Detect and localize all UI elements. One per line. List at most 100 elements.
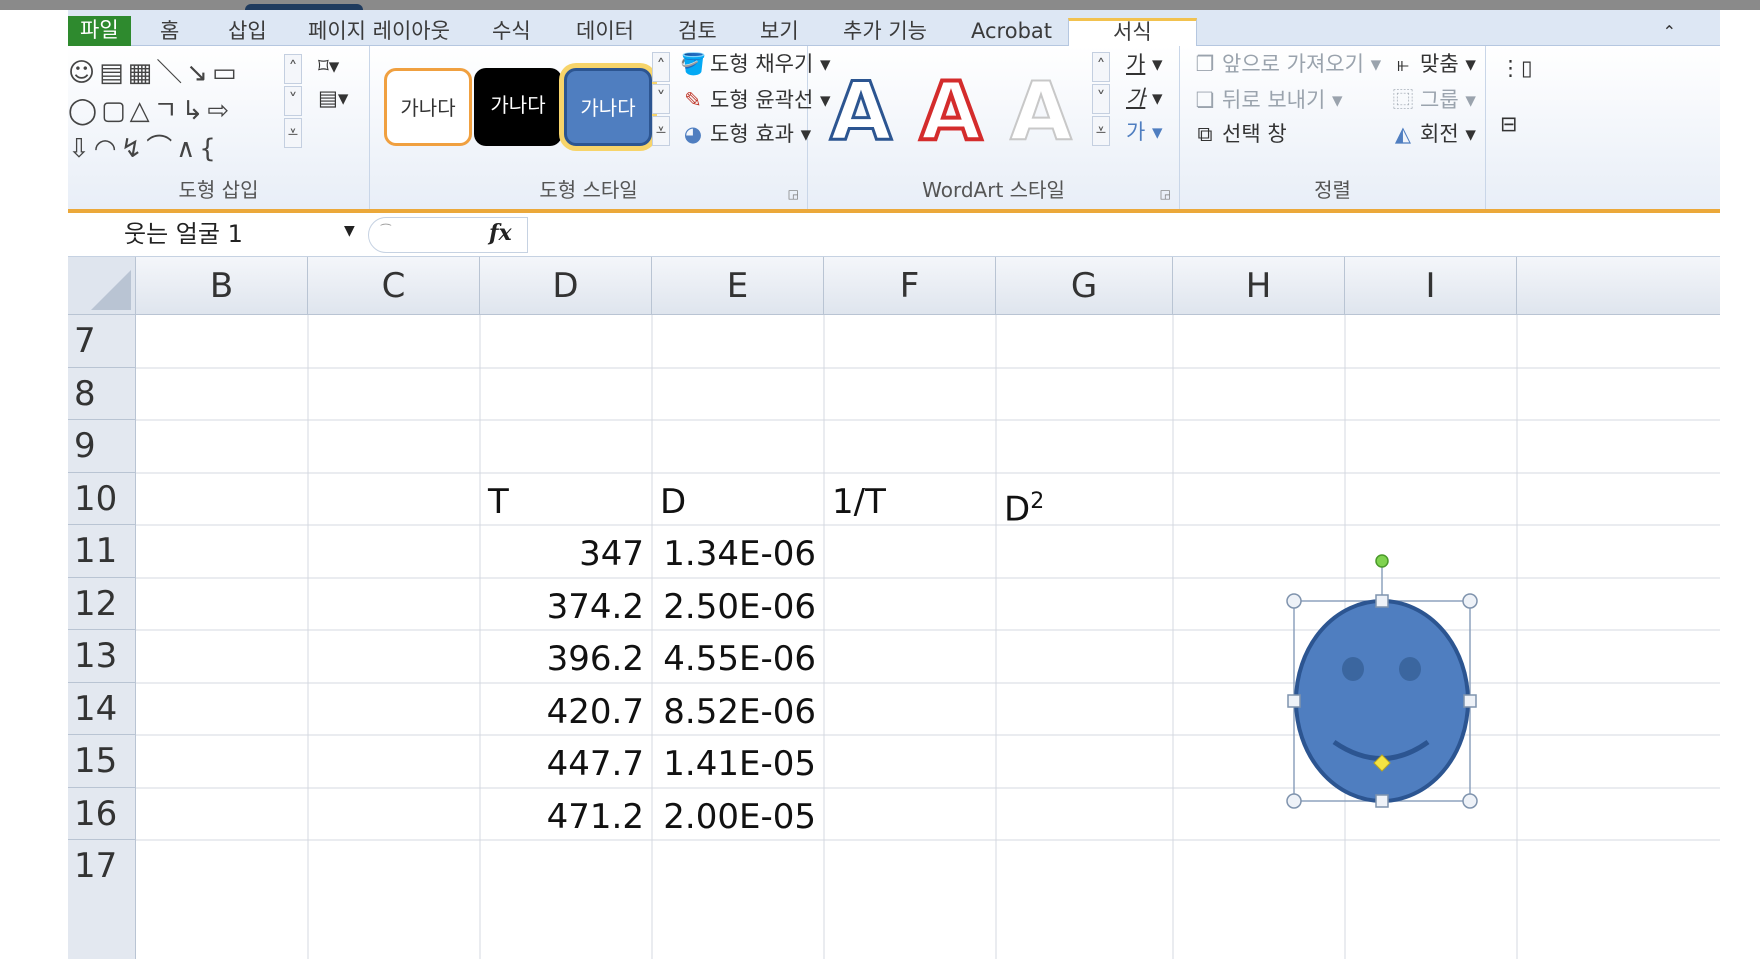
cell-d13[interactable]: 396.2 <box>480 630 652 683</box>
shape-style-orange-outline[interactable]: 가나다 <box>384 68 472 146</box>
cell-f10[interactable]: 1/T <box>824 473 996 525</box>
styles-scroll-up[interactable]: ˄ <box>652 52 670 82</box>
cell-d14[interactable]: 420.7 <box>480 683 652 735</box>
cell-e15[interactable]: 1.41E-05 <box>652 735 824 788</box>
cell-e16[interactable]: 2.00E-05 <box>652 788 824 840</box>
bring-forward-button[interactable]: ❐ 앞으로 가져오기 ▾ <box>1192 48 1382 78</box>
group-label-arrange: 정렬 <box>1314 178 1351 202</box>
column-header-f[interactable]: F <box>824 257 996 315</box>
tab-file[interactable]: 파일 <box>68 16 131 50</box>
width-icon[interactable]: ⊟ <box>1500 112 1518 136</box>
height-icon[interactable]: ⋮▯ <box>1500 56 1533 80</box>
shape-outline-label: 도형 윤곽선 <box>710 88 814 112</box>
ribbon-minimize-icon[interactable]: ⌃ <box>1663 22 1676 41</box>
shape-style-blue-fill[interactable]: 가나다 <box>564 68 652 146</box>
cell-e13[interactable]: 4.55E-06 <box>652 630 824 683</box>
name-box-dropdown-icon[interactable]: ▼ <box>344 223 355 239</box>
resize-handle-top-left[interactable] <box>1286 593 1302 609</box>
name-box[interactable]: 웃는 얼굴 1 <box>68 217 368 253</box>
row-header-14[interactable]: 14 <box>68 683 136 735</box>
paint-bucket-icon: 🪣 <box>680 52 707 76</box>
group-insert-shapes: ☺▤▦＼↘▭ ◯▢△ㄱ↳⇨ ⇩◠↯⌒∧{ ˄ ˅ ⩡ ⌑▾ ▤▾ 도형 삽입 <box>68 46 370 209</box>
shapes-scroll-up[interactable]: ˄ <box>284 54 302 84</box>
cell-e10[interactable]: D <box>652 473 824 525</box>
formula-bar-grip-icon[interactable]: ⁀ <box>381 224 391 238</box>
row-header-11[interactable]: 11 <box>68 525 136 578</box>
ribbon: ☺▤▦＼↘▭ ◯▢△ㄱ↳⇨ ⇩◠↯⌒∧{ ˄ ˅ ⩡ ⌑▾ ▤▾ 도형 삽입 가… <box>68 46 1720 213</box>
row-header-10[interactable]: 10 <box>68 473 136 525</box>
cell-d11[interactable]: 347 <box>480 525 652 578</box>
group-size: ⋮▯ ⊟ <box>1486 46 1533 209</box>
column-header-h[interactable]: H <box>1173 257 1345 315</box>
align-button[interactable]: ⫦ 맞춤 ▾ <box>1390 48 1476 78</box>
wordart-more[interactable]: ⩡ <box>1092 116 1110 146</box>
shape-fill-label: 도형 채우기 <box>710 52 814 76</box>
group-label: 그룹 <box>1420 88 1459 112</box>
wordart-scroll-down[interactable]: ˅ <box>1092 84 1110 114</box>
row-header-12[interactable]: 12 <box>68 578 136 630</box>
dialog-launcher-icon[interactable]: ◲ <box>788 187 799 201</box>
styles-scroll-down[interactable]: ˅ <box>652 84 670 114</box>
cell-e14[interactable]: 8.52E-06 <box>652 683 824 735</box>
dialog-launcher-icon[interactable]: ◲ <box>1160 187 1171 201</box>
row-header-13[interactable]: 13 <box>68 630 136 683</box>
group-button[interactable]: ⿴ 그룹 ▾ <box>1390 84 1476 114</box>
row-header-7[interactable]: 7 <box>68 315 136 368</box>
rotation-handle[interactable] <box>1375 554 1389 568</box>
wordart-style-red[interactable]: A <box>918 70 984 154</box>
styles-more[interactable]: ⩡ <box>652 116 670 146</box>
cell-d10[interactable]: T <box>480 473 652 525</box>
shape-effects-button[interactable]: ◕ 도형 효과 ▾ <box>680 118 811 148</box>
edit-shape-icon[interactable]: ⌑▾ <box>318 54 339 78</box>
cell-d16[interactable]: 471.2 <box>480 788 652 840</box>
cell-d12[interactable]: 374.2 <box>480 578 652 630</box>
row-header-17[interactable]: 17 <box>68 840 136 959</box>
wordart-scroll-up[interactable]: ˄ <box>1092 52 1110 82</box>
smiley-face-shape[interactable] <box>1286 547 1486 817</box>
shapes-more[interactable]: ⩡ <box>284 118 302 148</box>
wordart-style-light[interactable]: A <box>1009 71 1073 153</box>
text-fill-button[interactable]: 가 ▾ <box>1126 48 1163 78</box>
cell-g10[interactable]: D2 <box>996 473 1173 529</box>
column-header-g[interactable]: G <box>996 257 1173 315</box>
resize-handle-bottom[interactable] <box>1375 794 1389 808</box>
insert-function-button[interactable]: fx <box>489 220 512 246</box>
cell-e11[interactable]: 1.34E-06 <box>652 525 824 578</box>
text-effects-icon: 가 <box>1126 120 1146 144</box>
row-header-9[interactable]: 9 <box>68 420 136 473</box>
cell-e12[interactable]: 2.50E-06 <box>652 578 824 630</box>
shapes-scroll-down[interactable]: ˅ <box>284 86 302 116</box>
resize-handle-bottom-left[interactable] <box>1286 793 1302 809</box>
text-box-icon[interactable]: ▤▾ <box>318 86 348 110</box>
shapes-gallery[interactable]: ☺▤▦＼↘▭ ◯▢△ㄱ↳⇨ ⇩◠↯⌒∧{ <box>68 54 241 168</box>
group-wordart-styles: A A A ˄ ˅ ⩡ 가 ▾ 가 ▾ 가 ▾ WordArt 스타일 ◲ <box>808 46 1180 209</box>
resize-handle-left[interactable] <box>1287 694 1301 708</box>
worksheet-grid[interactable]: B C D E F G H I 7 8 9 10 11 12 13 14 15 … <box>68 257 1720 959</box>
column-header-d[interactable]: D <box>480 257 652 315</box>
column-header-j[interactable] <box>1517 257 1720 315</box>
resize-handle-top-right[interactable] <box>1462 593 1478 609</box>
cell-d15[interactable]: 447.7 <box>480 735 652 788</box>
column-header-i[interactable]: I <box>1345 257 1517 315</box>
row-header-8[interactable]: 8 <box>68 368 136 420</box>
column-header-c[interactable]: C <box>308 257 480 315</box>
resize-handle-right[interactable] <box>1463 694 1477 708</box>
row-header-16[interactable]: 16 <box>68 788 136 840</box>
shape-style-black-fill[interactable]: 가나다 <box>474 68 562 146</box>
align-icon: ⫦ <box>1397 52 1409 76</box>
selection-pane-button[interactable]: ⧉ 선택 창 <box>1192 118 1287 148</box>
select-all-corner[interactable] <box>68 257 136 315</box>
formula-input[interactable] <box>530 217 1720 253</box>
text-effects-button[interactable]: 가 ▾ <box>1126 116 1163 146</box>
select-all-icon <box>91 270 131 310</box>
column-header-b[interactable]: B <box>136 257 308 315</box>
wordart-style-outline[interactable]: A <box>829 70 894 153</box>
row-header-15[interactable]: 15 <box>68 735 136 788</box>
rotate-button[interactable]: ◭ 회전 ▾ <box>1390 118 1476 148</box>
group-label-insert-shapes: 도형 삽입 <box>178 178 259 202</box>
send-backward-button[interactable]: ❏ 뒤로 보내기 ▾ <box>1192 84 1343 114</box>
text-outline-button[interactable]: 가 ▾ <box>1126 82 1163 112</box>
resize-handle-bottom-right[interactable] <box>1462 793 1478 809</box>
resize-handle-top[interactable] <box>1375 594 1389 608</box>
column-header-e[interactable]: E <box>652 257 824 315</box>
